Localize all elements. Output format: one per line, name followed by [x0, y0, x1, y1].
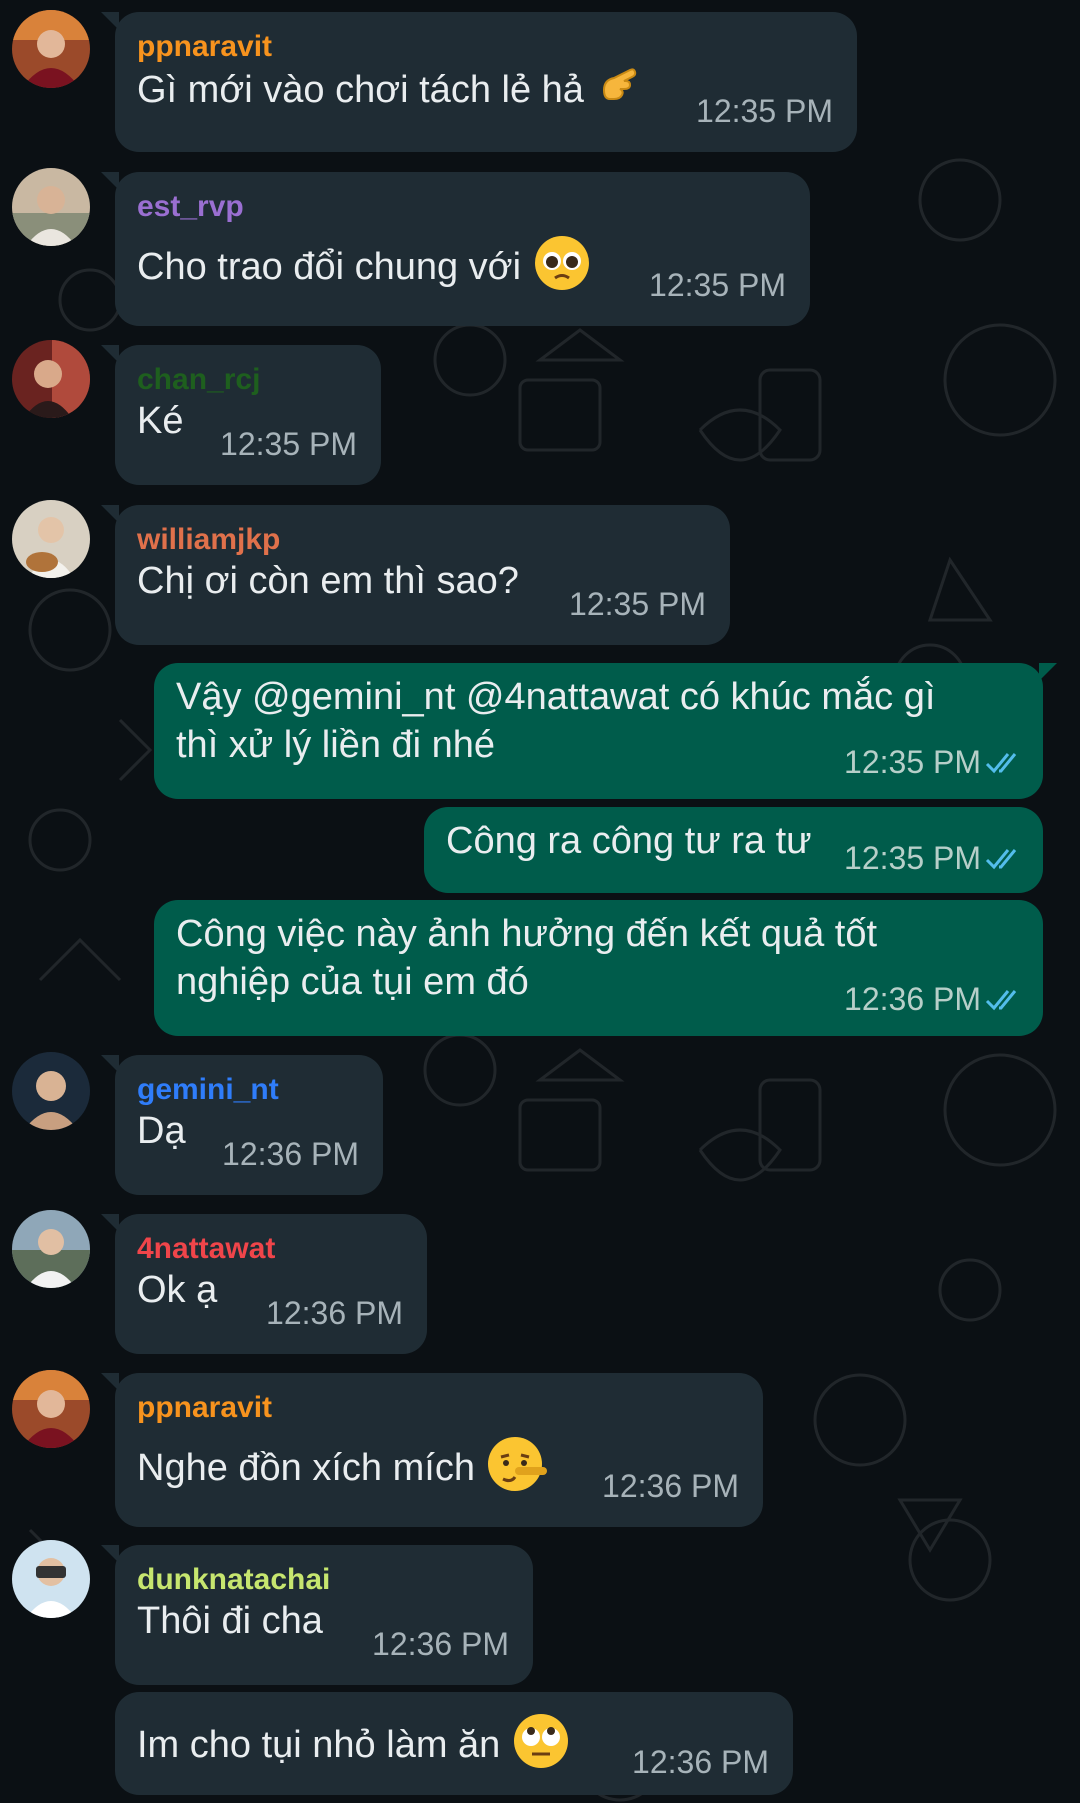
sender-name[interactable]: est_rvp	[137, 190, 788, 224]
message-time: 12:36 PM	[222, 1136, 359, 1172]
message-time: 12:35 PM	[649, 267, 786, 303]
sender-name[interactable]: ppnaravit	[137, 1391, 741, 1425]
message-bubble[interactable]: Im cho tụi nhỏ làm ăn 12:36 PM	[115, 1692, 793, 1795]
message-time: 12:35 PM	[220, 426, 357, 462]
avatar-gemini-nt[interactable]	[12, 1052, 90, 1130]
sender-name[interactable]: gemini_nt	[137, 1073, 361, 1107]
read-receipt-icon	[985, 990, 1017, 1011]
sender-name[interactable]: dunknatachai	[137, 1563, 511, 1597]
message-bubble-outgoing[interactable]: Vậy @gemini_nt @4nattawat có khúc mắc gì…	[154, 663, 1057, 799]
message-time: 12:36 PM	[632, 1744, 769, 1780]
sender-name[interactable]: ppnaravit	[137, 30, 835, 64]
message-time: 12:35 PM	[569, 586, 706, 622]
read-receipt-icon	[985, 753, 1017, 774]
pointing-hand-icon	[596, 64, 640, 120]
message-bubble[interactable]: ppnaravit Nghe đồn xích mích 12:36 PM	[101, 1373, 763, 1527]
avatar-ppnaravit[interactable]	[12, 10, 90, 88]
sender-name[interactable]: chan_rcj	[137, 363, 359, 397]
message-bubble[interactable]: williamjkp Chị ơi còn em thì sao? 12:35 …	[101, 505, 730, 645]
avatar-chan-rcj[interactable]	[12, 340, 90, 418]
message-time: 12:35 PM	[844, 840, 981, 876]
message-time: 12:35 PM	[844, 744, 981, 780]
read-receipt-icon	[985, 849, 1017, 870]
message-time: 12:36 PM	[844, 981, 981, 1017]
lying-face-icon	[487, 1435, 547, 1505]
message-bubble[interactable]: gemini_nt Dạ 12:36 PM	[101, 1055, 383, 1195]
pleading-face-icon	[533, 234, 591, 304]
message-bubble[interactable]: dunknatachai Thôi đi cha 12:36 PM	[101, 1545, 533, 1685]
message-time: 12:36 PM	[602, 1468, 739, 1504]
message-bubble[interactable]: 4nattawat Ok ạ 12:36 PM	[101, 1214, 427, 1354]
sender-name[interactable]: williamjkp	[137, 523, 708, 557]
avatar-4nattawat[interactable]	[12, 1210, 90, 1288]
message-time: 12:35 PM	[696, 93, 833, 129]
message-bubble[interactable]: ppnaravit Gì mới vào chơi tách lẻ hả 12:…	[101, 12, 857, 152]
message-time: 12:36 PM	[372, 1626, 509, 1662]
eye-roll-face-icon	[512, 1712, 570, 1782]
message-time: 12:36 PM	[266, 1295, 403, 1331]
message-bubble[interactable]: chan_rcj Ké 12:35 PM	[101, 345, 381, 485]
message-bubble-outgoing[interactable]: Công ra công tư ra tư 12:35 PM	[424, 807, 1043, 893]
chat-thread: ppnaravit Gì mới vào chơi tách lẻ hả 12:…	[0, 0, 1080, 1803]
message-bubble[interactable]: est_rvp Cho trao đổi chung với 12:35 PM	[101, 172, 810, 326]
sender-name[interactable]: 4nattawat	[137, 1232, 405, 1266]
avatar-dunknatachai[interactable]	[12, 1540, 90, 1618]
message-bubble-outgoing[interactable]: Công việc này ảnh hưởng đến kết quả tốt …	[154, 900, 1043, 1036]
avatar-ppnaravit[interactable]	[12, 1370, 90, 1448]
avatar-williamjkp[interactable]	[12, 500, 90, 578]
avatar-est-rvp[interactable]	[12, 168, 90, 246]
